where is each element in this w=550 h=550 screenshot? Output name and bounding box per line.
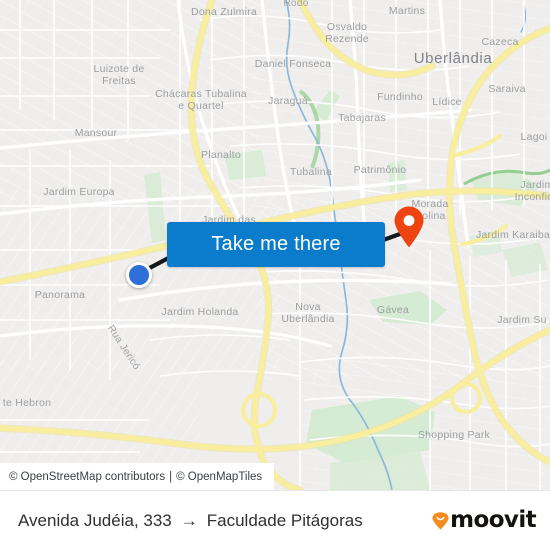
trip-summary: Avenida Judéia, 333 → Faculdade Pitágora…: [18, 511, 363, 531]
attribution-separator: |: [169, 470, 173, 483]
trip-destination-label: Faculdade Pitágoras: [206, 510, 363, 530]
moovit-trip-map-page: Rodo Dona Zulmira Martins Osvaldo Rezende Ca…: [0, 0, 550, 550]
osm-attribution-link[interactable]: © OpenStreetMap contributors: [9, 471, 165, 483]
moovit-wordmark: moovit: [450, 507, 536, 533]
origin-marker[interactable]: [126, 262, 152, 288]
arrow-right-icon: →: [180, 511, 198, 530]
map-attribution: © OpenStreetMap contributors | © OpenMap…: [0, 463, 274, 490]
trip-origin-label: Avenida Judéia, 333: [18, 510, 172, 530]
moovit-logo[interactable]: moovit: [432, 507, 537, 533]
moovit-pin-icon: [432, 511, 449, 530]
take-me-there-button[interactable]: Take me there: [167, 222, 385, 267]
trip-footer: Avenida Judéia, 333 → Faculdade Pitágora…: [0, 490, 550, 550]
map-canvas[interactable]: Rodo Dona Zulmira Martins Osvaldo Rezende Ca…: [0, 0, 550, 490]
destination-marker[interactable]: [393, 206, 425, 248]
openmaptiles-attribution-link[interactable]: © OpenMapTiles: [176, 471, 262, 483]
map-pin-icon: [394, 206, 424, 248]
